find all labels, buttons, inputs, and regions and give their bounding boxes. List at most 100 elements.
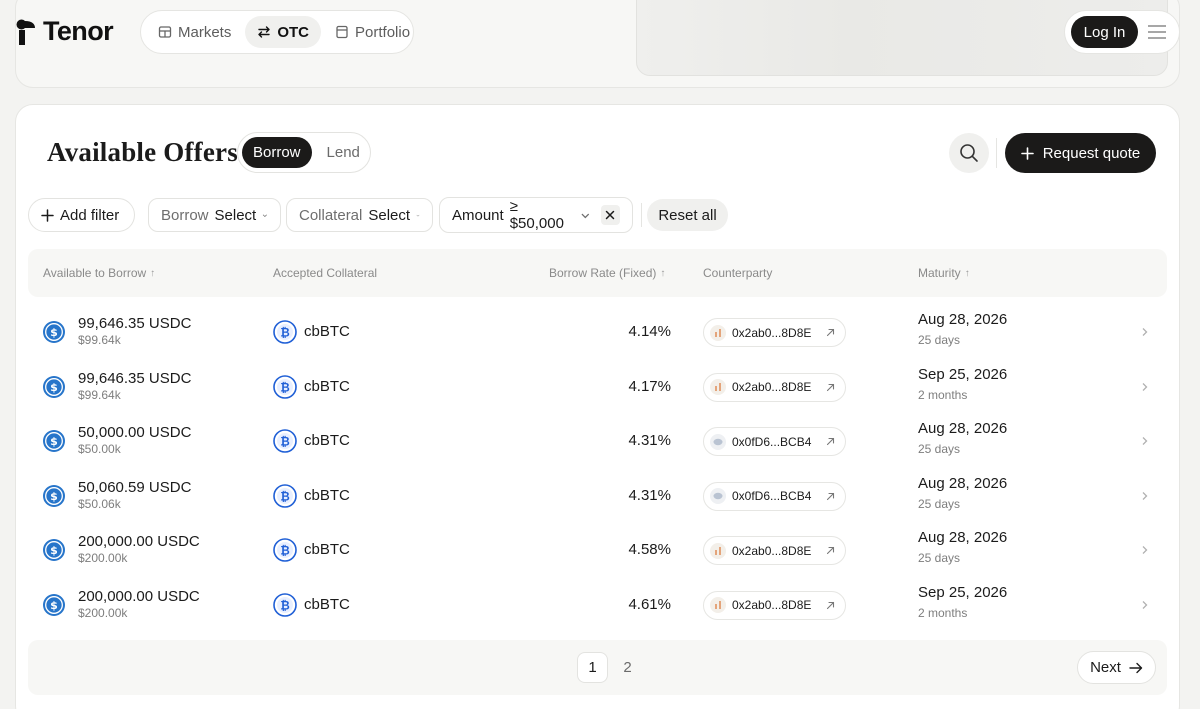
column-header-label: Maturity xyxy=(918,266,961,280)
counterparty-address-chip[interactable]: 0x2ab0...8D8E xyxy=(703,372,846,402)
table-row[interactable]: $ 50,000.00 USDC $50.00k ₿ cbBTC 4.31% 0… xyxy=(28,414,1167,468)
counterparty-avatar-icon xyxy=(710,542,726,559)
brand-logo[interactable]: Tenor xyxy=(16,16,114,47)
filter-value: Select xyxy=(368,206,411,224)
nav-item-portfolio[interactable]: Portfolio xyxy=(323,16,422,48)
nav-item-label: OTC xyxy=(277,23,310,41)
column-header-label: Counterparty xyxy=(703,266,773,280)
maturity-relative: 2 months xyxy=(918,605,968,620)
counterparty-address: 0x2ab0...8D8E xyxy=(732,543,812,558)
toggle-lend[interactable]: Lend xyxy=(316,137,371,168)
page-button-1[interactable]: 1 xyxy=(577,652,608,683)
svg-text:₿: ₿ xyxy=(280,543,289,557)
counterparty-address-chip[interactable]: 0x0fD6...BCB4 xyxy=(703,481,846,511)
borrow-lend-toggle: Borrow Lend xyxy=(237,132,371,173)
plus-icon xyxy=(41,208,54,222)
borrow-rate: 4.31% xyxy=(628,486,671,504)
plus-icon xyxy=(1020,146,1034,160)
search-button[interactable] xyxy=(949,133,989,173)
usdc-coin-icon: $ xyxy=(43,375,65,398)
counterparty-address-chip[interactable]: 0x0fD6...BCB4 xyxy=(703,427,846,456)
cbbtc-coin-icon: ₿ xyxy=(273,483,297,508)
external-link-icon xyxy=(826,546,835,555)
filter-value: Select xyxy=(214,206,257,224)
filter-label: Collateral xyxy=(299,206,363,224)
table-row[interactable]: $ 200,000.00 USDC $200.00k ₿ cbBTC 4.58%… xyxy=(28,523,1167,577)
maturity-date: Sep 25, 2026 xyxy=(918,365,1008,383)
column-header-label: Accepted Collateral xyxy=(273,266,378,280)
column-header-available[interactable]: Available to Borrow ↑ xyxy=(43,266,155,280)
reset-all-button[interactable]: Reset all xyxy=(647,199,728,231)
table-row[interactable]: $ 99,646.35 USDC $99.64k ₿ cbBTC 4.14% 0… xyxy=(28,305,1167,359)
chevron-right-icon xyxy=(1142,491,1148,500)
chevron-right-icon xyxy=(1142,328,1148,336)
filter-label: Borrow xyxy=(161,206,209,224)
svg-text:$: $ xyxy=(50,599,58,612)
maturity-relative: 25 days xyxy=(918,442,961,456)
sort-arrow-icon: ↑ xyxy=(964,267,970,279)
available-amount: 50,060.59 USDC xyxy=(78,478,192,496)
tenor-logo-icon xyxy=(16,19,35,45)
table-row[interactable]: $ 50,060.59 USDC $50.06k ₿ cbBTC 4.31% 0… xyxy=(28,469,1167,523)
available-amount: 200,000.00 USDC xyxy=(78,533,200,550)
portfolio-icon xyxy=(336,25,348,39)
chevron-down-icon xyxy=(416,214,420,217)
table-row[interactable]: $ 99,646.35 USDC $99.64k ₿ cbBTC 4.17% 0… xyxy=(28,360,1167,414)
nav-item-otc[interactable]: OTC xyxy=(245,16,322,48)
external-link-icon xyxy=(826,328,835,337)
chevron-right-icon xyxy=(1142,437,1148,445)
counterparty-address-chip[interactable]: 0x2ab0...8D8E xyxy=(703,318,846,347)
request-quote-button[interactable]: Request quote xyxy=(1005,133,1156,173)
main-nav: Markets OTC Portfolio xyxy=(140,10,414,54)
counterparty-address: 0x2ab0...8D8E xyxy=(732,598,812,612)
next-page-button[interactable]: Next xyxy=(1077,651,1156,684)
collateral-filter-dropdown[interactable]: Collateral Select xyxy=(286,198,433,232)
available-amount-usd: $99.64k xyxy=(78,333,121,347)
chevron-right-icon xyxy=(1142,600,1148,609)
svg-text:₿: ₿ xyxy=(280,598,289,612)
nav-item-markets[interactable]: Markets xyxy=(146,16,243,48)
cbbtc-coin-icon: ₿ xyxy=(273,538,297,562)
chevron-down-icon xyxy=(263,213,268,217)
clear-amount-filter-button[interactable] xyxy=(600,205,620,225)
chevron-right-icon xyxy=(1142,382,1148,391)
counterparty-address: 0x2ab0...8D8E xyxy=(732,380,812,394)
counterparty-address-chip[interactable]: 0x2ab0...8D8E xyxy=(703,590,846,620)
available-amount-usd: $50.06k xyxy=(78,496,121,511)
svg-text:$: $ xyxy=(50,326,58,339)
cbbtc-coin-icon: ₿ xyxy=(273,320,297,344)
next-label: Next xyxy=(1090,659,1121,676)
maturity-date: Aug 28, 2026 xyxy=(918,420,1008,437)
svg-text:$: $ xyxy=(50,490,58,503)
login-button[interactable]: Log In xyxy=(1071,16,1138,48)
column-header-maturity[interactable]: Maturity ↑ xyxy=(918,266,970,280)
table-row[interactable]: $ 200,000.00 USDC $200.00k ₿ cbBTC 4.61%… xyxy=(28,578,1167,632)
maturity-date: Aug 28, 2026 xyxy=(918,529,1008,546)
collateral-symbol: cbBTC xyxy=(304,595,350,613)
available-amount-usd: $200.00k xyxy=(78,551,128,565)
counterparty-avatar-icon xyxy=(710,597,726,613)
amount-filter-dropdown[interactable]: Amount ≥ $50,000 xyxy=(439,197,633,233)
counterparty-avatar-icon xyxy=(710,433,726,450)
counterparty-address-chip[interactable]: 0x2ab0...8D8E xyxy=(703,536,846,565)
chevron-right-icon xyxy=(1142,546,1148,554)
borrow-filter-dropdown[interactable]: Borrow Select xyxy=(148,198,281,232)
usdc-coin-icon: $ xyxy=(43,593,65,616)
maturity-relative: 2 months xyxy=(918,387,968,402)
available-amount-usd: $99.64k xyxy=(78,387,121,402)
hamburger-menu-icon[interactable] xyxy=(1147,24,1167,40)
divider xyxy=(641,203,642,227)
chevron-down-icon xyxy=(581,213,590,218)
nav-item-label: Markets xyxy=(178,23,232,41)
add-filter-button[interactable]: Add filter xyxy=(28,198,135,232)
available-amount: 99,646.35 USDC xyxy=(78,315,192,332)
sort-arrow-icon: ↑ xyxy=(660,267,666,279)
cbbtc-coin-icon: ₿ xyxy=(273,592,297,617)
external-link-icon xyxy=(826,437,835,446)
toggle-borrow[interactable]: Borrow xyxy=(242,137,312,168)
column-header-rate[interactable]: Borrow Rate (Fixed) ↑ xyxy=(549,266,665,280)
page-button-2[interactable]: 2 xyxy=(612,652,643,683)
svg-text:$: $ xyxy=(50,435,58,448)
svg-text:₿: ₿ xyxy=(280,325,289,339)
brand-name: Tenor xyxy=(43,16,114,46)
